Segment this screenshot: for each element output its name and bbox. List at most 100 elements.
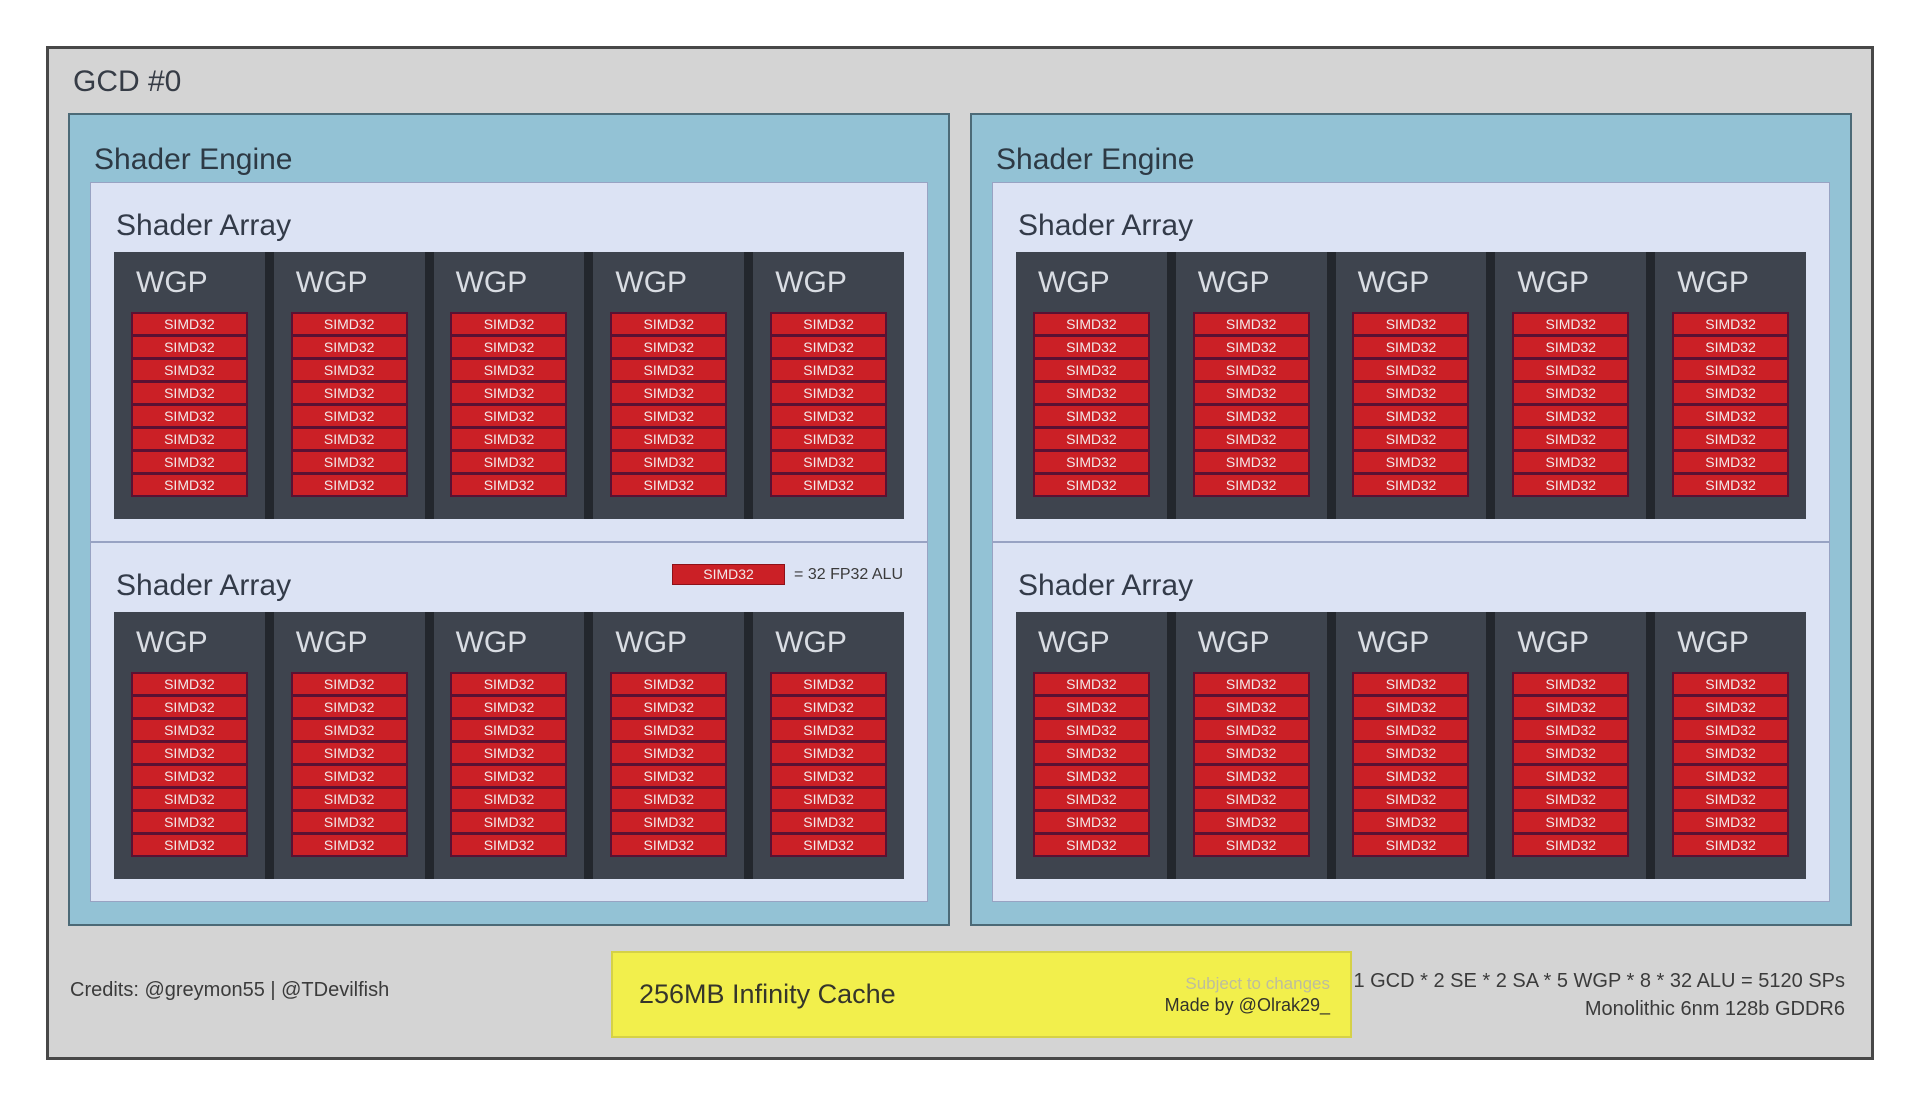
simd32-bar: SIMD32 [1514,766,1628,786]
simd32-bar: SIMD32 [1514,314,1628,334]
simd32-bar: SIMD32 [1034,475,1148,495]
simd32-bar: SIMD32 [1674,674,1788,694]
simd32-bar: SIMD32 [772,406,886,426]
simd32-bar: SIMD32 [452,337,566,357]
simd32-bar: SIMD32 [292,475,406,495]
simd32-bar: SIMD32 [1354,314,1468,334]
simd32-bar: SIMD32 [452,835,566,855]
wgp-label: WGP [1357,626,1430,659]
simd32-bar: SIMD32 [612,766,726,786]
simd32-bar: SIMD32 [1674,743,1788,763]
simd32-bar: SIMD32 [1034,674,1148,694]
cache-notes: Subject to changes Made by @Olrak29_ [1165,973,1330,1017]
simd32-bar: SIMD32 [1354,720,1468,740]
simd-stack: SIMD32 SIMD32 SIMD32 SIMD32 SIMD32 SIMD32 SIMD… [1352,672,1470,857]
simd32-bar: SIMD32 [132,674,246,694]
simd32-bar: SIMD32 [292,720,406,740]
wgp-block: WGP SIMD32 SIMD32 SIMD32 SIMD32 SIMD32 SIMD32 S… [433,252,585,519]
wgp-block: WGP SIMD32 SIMD32 SIMD32 SIMD32 SIMD32 SIMD32 S… [1335,252,1487,519]
simd32-bar: SIMD32 [292,812,406,832]
simd32-bar: SIMD32 [452,697,566,717]
wgp-label: WGP [615,266,688,299]
simd-stack: SIMD32 SIMD32 SIMD32 SIMD32 SIMD32 SIMD32 SIMD… [1512,312,1630,497]
simd32-bar: SIMD32 [772,674,886,694]
simd32-bar: SIMD32 [1034,812,1148,832]
simd32-bar: SIMD32 [132,835,246,855]
simd32-bar: SIMD32 [132,743,246,763]
simd32-bar: SIMD32 [1034,360,1148,380]
simd-stack: SIMD32 SIMD32 SIMD32 SIMD32 SIMD32 SIMD32 SIMD… [770,672,888,857]
wgp-block: WGP SIMD32 SIMD32 SIMD32 SIMD32 SIMD32 SIMD32 S… [433,612,585,879]
subject-to-changes-note: Subject to changes [1185,973,1330,993]
simd32-bar: SIMD32 [772,812,886,832]
simd32-bar: SIMD32 [1194,406,1308,426]
simd-legend: SIMD32 = 32 FP32 ALU [672,564,903,585]
shader-engines-row: Shader Engine Shader Array WGP SIMD32 SIMD32… [68,113,1852,926]
simd32-bar: SIMD32 [452,743,566,763]
simd32-bar: SIMD32 [1514,475,1628,495]
simd32-bar: SIMD32 [1514,674,1628,694]
wgp-block: WGP SIMD32 SIMD32 SIMD32 SIMD32 SIMD32 SIMD32 S… [114,252,265,519]
simd32-bar: SIMD32 [1034,697,1148,717]
simd32-bar: SIMD32 [1194,674,1308,694]
simd32-bar: SIMD32 [1354,429,1468,449]
simd32-bar: SIMD32 [612,720,726,740]
simd32-bar: SIMD32 [1354,812,1468,832]
simd32-bar: SIMD32 [1674,337,1788,357]
shader-array: Shader Array SIMD32 = 32 FP32 ALU WGP SIMD32… [90,542,928,902]
wgp-label: WGP [775,266,847,299]
simd32-bar: SIMD32 [132,812,246,832]
simd32-bar: SIMD32 [452,383,566,403]
simd32-bar: SIMD32 [1034,429,1148,449]
simd32-bar: SIMD32 [1674,475,1788,495]
simd32-bar: SIMD32 [1034,835,1148,855]
simd32-bar: SIMD32 [772,766,886,786]
simd32-bar: SIMD32 [452,360,566,380]
simd32-bar: SIMD32 [1674,789,1788,809]
simd32-bar: SIMD32 [1194,383,1308,403]
simd-stack: SIMD32 SIMD32 SIMD32 SIMD32 SIMD32 SIMD32 SIMD… [130,672,248,857]
simd32-bar: SIMD32 [612,743,726,763]
simd32-bar: SIMD32 [1354,360,1468,380]
wgp-block: WGP SIMD32 SIMD32 SIMD32 SIMD32 SIMD32 SIMD32 S… [593,612,745,879]
simd32-bar: SIMD32 [772,337,886,357]
wgp-row: WGP SIMD32 SIMD32 SIMD32 SIMD32 SIMD32 SIMD32 S… [114,612,904,879]
simd32-bar: SIMD32 [1514,337,1628,357]
simd32-bar: SIMD32 [1034,406,1148,426]
wgp-label: WGP [775,626,847,659]
simd-stack: SIMD32 SIMD32 SIMD32 SIMD32 SIMD32 SIMD32 SIMD… [450,672,568,857]
simd32-bar: SIMD32 [1514,789,1628,809]
simd32-bar: SIMD32 [1674,360,1788,380]
simd-stack: SIMD32 SIMD32 SIMD32 SIMD32 SIMD32 SIMD32 SIMD… [1512,672,1630,857]
simd32-bar: SIMD32 [1194,429,1308,449]
wgp-block: WGP SIMD32 SIMD32 SIMD32 SIMD32 SIMD32 SIMD32 S… [1495,612,1647,879]
simd32-bar: SIMD32 [292,766,406,786]
simd32-bar: SIMD32 [132,337,246,357]
spec-summary: 1 GCD * 2 SE * 2 SA * 5 WGP * 8 * 32 ALU… [1353,967,1845,1023]
simd32-bar: SIMD32 [1034,743,1148,763]
wgp-block: WGP SIMD32 SIMD32 SIMD32 SIMD32 SIMD32 SIMD32 S… [273,252,425,519]
simd32-bar: SIMD32 [1354,697,1468,717]
shader-engine: Shader Engine Shader Array WGP SIMD32 SIMD32… [970,113,1852,926]
simd32-bar: SIMD32 [132,789,246,809]
simd32-bar: SIMD32 [292,743,406,763]
gcd-title: GCD #0 [73,65,182,98]
wgp-block: WGP SIMD32 SIMD32 SIMD32 SIMD32 SIMD32 SIMD32 S… [1655,252,1806,519]
simd-stack: SIMD32 SIMD32 SIMD32 SIMD32 SIMD32 SIMD32 SIMD… [1672,672,1790,857]
simd32-bar: SIMD32 [612,337,726,357]
simd32-bar: SIMD32 [452,429,566,449]
simd32-bar: SIMD32 [132,429,246,449]
simd32-bar: SIMD32 [292,789,406,809]
simd32-bar: SIMD32 [1354,383,1468,403]
simd32-bar: SIMD32 [1514,835,1628,855]
wgp-label: WGP [1677,626,1749,659]
simd-stack: SIMD32 SIMD32 SIMD32 SIMD32 SIMD32 SIMD32 SIMD… [1352,312,1470,497]
simd32-bar: SIMD32 [1034,383,1148,403]
wgp-block: WGP SIMD32 SIMD32 SIMD32 SIMD32 SIMD32 SIMD32 S… [1175,612,1327,879]
wgp-label: WGP [1357,266,1430,299]
simd32-bar: SIMD32 [772,743,886,763]
simd32-bar: SIMD32 [1674,314,1788,334]
simd32-bar: SIMD32 [292,360,406,380]
simd32-bar: SIMD32 [1514,429,1628,449]
shader-array-label: Shader Array [116,209,292,242]
